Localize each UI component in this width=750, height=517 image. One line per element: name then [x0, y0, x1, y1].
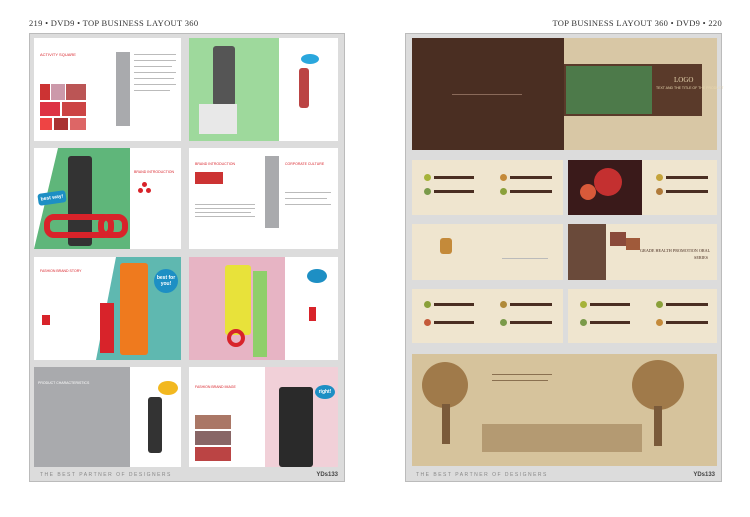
spread-4-right: FASHION BRAND IMAGE right! — [189, 367, 338, 467]
spread-3-right — [189, 257, 338, 360]
cover-tagline: TEXT AND THE TITLE OF THE PRODUCT — [656, 86, 724, 90]
spread-2-right-title: CORPORATE CULTURE — [285, 162, 325, 166]
spread-2-right-left-title: BRAND INTRODUCTION — [195, 162, 236, 166]
speech-bubble-right: right! — [315, 385, 335, 399]
spread-a — [412, 160, 563, 215]
spread-2-left: best way! BRAND INTRODUCTION — [34, 148, 181, 249]
speech-bubble-best-for-you: best for you! — [154, 269, 178, 293]
footer-left: THE BEST PARTNER OF DESIGNERS — [40, 472, 172, 478]
spread-2-left-title: BRAND INTRODUCTION — [134, 170, 175, 174]
speech-bubble-icon — [301, 54, 319, 64]
spread-4-title: PRODUCT CHARACTERISTICS — [38, 381, 90, 385]
spread-1-right — [189, 38, 338, 141]
cover-logo: LOGO — [674, 76, 694, 84]
spread-c-right: GRADE HEALTH PROMOTION ORAL SERIES — [568, 224, 717, 280]
spread-4-left: PRODUCT CHARACTERISTICS — [34, 367, 181, 467]
speech-bubble-yellow-icon — [158, 381, 178, 395]
spread-2-right: BRAND INTRODUCTION CORPORATE CULTURE — [189, 148, 338, 249]
page-header-left: 219 • DVD9 • TOP BUSINESS LAYOUT 360 — [29, 18, 199, 28]
speech-bubble-icon-2 — [307, 269, 327, 283]
footer-right: THE BEST PARTNER OF DESIGNERS — [416, 472, 548, 478]
left-page: ACTIVITY SQUARE best way! BRAND INTRODUC… — [29, 33, 345, 482]
speech-bubble-best-way: best way! — [37, 190, 67, 206]
footer-code-right: YDs133 — [693, 472, 715, 478]
spread-c-left — [412, 224, 563, 280]
spread-1-title: ACTIVITY SQUARE — [40, 52, 76, 57]
footer-code-left: YDs133 — [316, 472, 338, 478]
spread-c-title: GRADE HEALTH PROMOTION ORAL — [640, 248, 711, 253]
spread-b — [568, 160, 717, 215]
spread-e — [568, 289, 717, 343]
spread-4-right-title: FASHION BRAND IMAGE — [195, 385, 236, 389]
spread-3-left: FASHION BRAND STORY best for you! — [34, 257, 181, 360]
spread-c-subtitle: SERIES — [694, 255, 708, 260]
spread-1-left: ACTIVITY SQUARE — [34, 38, 181, 141]
spread-3-title: FASHION BRAND STORY — [40, 269, 82, 273]
right-page: LOGO TEXT AND THE TITLE OF THE PRODUCT G… — [405, 33, 723, 482]
spread-d — [412, 289, 563, 343]
cover-spread: LOGO TEXT AND THE TITLE OF THE PRODUCT — [412, 38, 723, 150]
page-header-right: TOP BUSINESS LAYOUT 360 • DVD9 • 220 — [552, 18, 722, 28]
illustration-spread — [412, 354, 717, 466]
